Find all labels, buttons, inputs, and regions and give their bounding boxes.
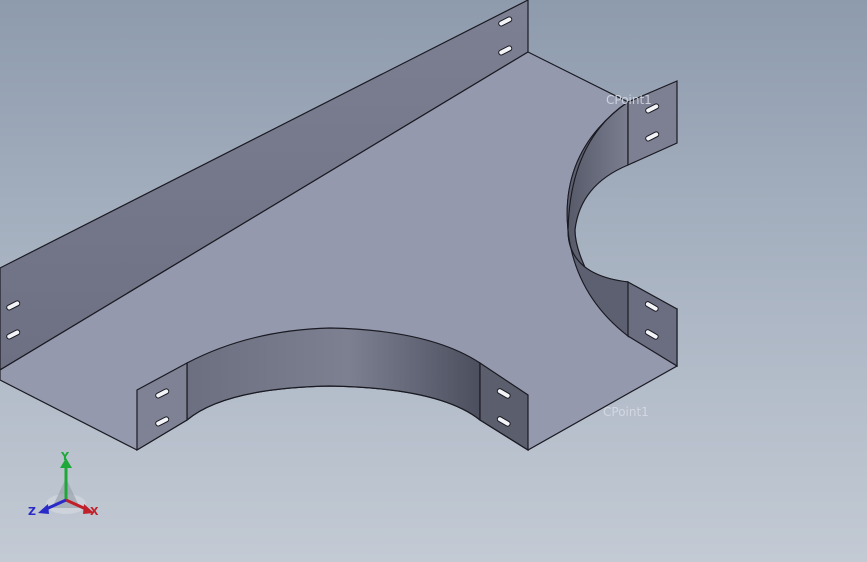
z-axis-arrow-icon	[38, 504, 49, 514]
z-axis-label: Z	[28, 505, 36, 518]
cpoint-label-right-top[interactable]: CPoint1	[606, 93, 652, 107]
cpoint-label-right-bottom[interactable]: CPoint1	[603, 405, 649, 419]
y-axis-label: Y	[60, 450, 70, 463]
view-orientation-triad[interactable]: Y X Z	[26, 448, 102, 524]
cable-tray-tee-model[interactable]	[0, 0, 867, 562]
graphics-viewport[interactable]: CPoint1 CPoint1 Y X Z	[0, 0, 867, 562]
x-axis-label: X	[90, 505, 99, 518]
